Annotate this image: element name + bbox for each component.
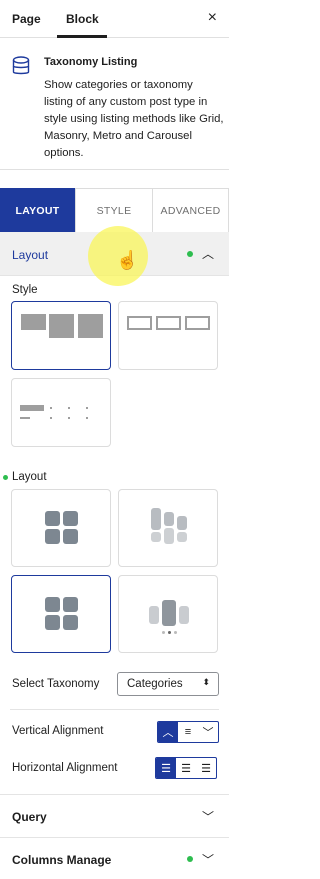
align-top-icon[interactable]: ︿ (158, 722, 178, 742)
layout-option-metro[interactable] (11, 575, 111, 653)
style-option-1[interactable] (11, 301, 111, 370)
query-section-title: Query (12, 810, 47, 824)
block-card: Taxonomy Listing Show categories or taxo… (0, 38, 229, 170)
layout-status-dot (3, 475, 8, 480)
select-taxonomy-value: Categories (127, 678, 183, 690)
divider (10, 709, 219, 710)
chevron-updown-icon: ⬍ (202, 677, 210, 687)
layout-label: Layout (12, 471, 47, 483)
hand-cursor-icon: ☝ (116, 250, 139, 270)
divider (0, 794, 229, 795)
columns-section-title: Columns Manage (12, 853, 112, 867)
sidebar-tabs: Page Block × (0, 0, 229, 38)
block-description: Show categories or taxonomy listing of a… (44, 79, 224, 159)
layout-option-grid[interactable] (11, 489, 111, 567)
chevron-down-icon[interactable]: ﹀ (202, 808, 214, 825)
chevron-down-icon[interactable]: ﹀ (202, 851, 214, 868)
select-taxonomy-label: Select Taxonomy (12, 678, 100, 690)
divider (0, 837, 229, 838)
block-title: Taxonomy Listing (44, 56, 138, 68)
horizontal-alignment-label: Horizontal Alignment (12, 762, 118, 774)
chevron-up-icon[interactable]: ︿ (202, 245, 214, 262)
layout-option-masonry[interactable] (118, 489, 218, 567)
align-middle-icon[interactable]: ≡ (178, 722, 198, 742)
align-bottom-icon[interactable]: ﹀ (198, 722, 218, 742)
tab-page[interactable]: Page (12, 12, 41, 26)
layout-section-title: Layout (12, 248, 49, 262)
style-label: Style (12, 284, 38, 296)
style-option-3[interactable] (11, 378, 111, 447)
tab-advanced[interactable]: ADVANCED (152, 188, 229, 232)
layout-option-carousel[interactable] (118, 575, 218, 653)
vertical-alignment-group: ︿ ≡ ﹀ (157, 721, 219, 743)
database-icon (12, 56, 30, 75)
tab-layout[interactable]: LAYOUT (0, 188, 75, 232)
align-left-icon[interactable]: ☰ (156, 758, 176, 778)
close-icon[interactable]: × (208, 8, 217, 28)
status-dot (187, 251, 193, 257)
select-taxonomy-dropdown[interactable]: Categories ⬍ (117, 672, 219, 696)
status-dot (187, 856, 193, 862)
vertical-alignment-label: Vertical Alignment (12, 725, 104, 737)
style-option-2[interactable] (118, 301, 218, 370)
align-center-icon[interactable]: ☰ (176, 758, 196, 778)
tab-block[interactable]: Block (66, 12, 99, 26)
align-right-icon[interactable]: ☰ (196, 758, 216, 778)
horizontal-alignment-group: ☰ ☰ ☰ (155, 757, 217, 779)
